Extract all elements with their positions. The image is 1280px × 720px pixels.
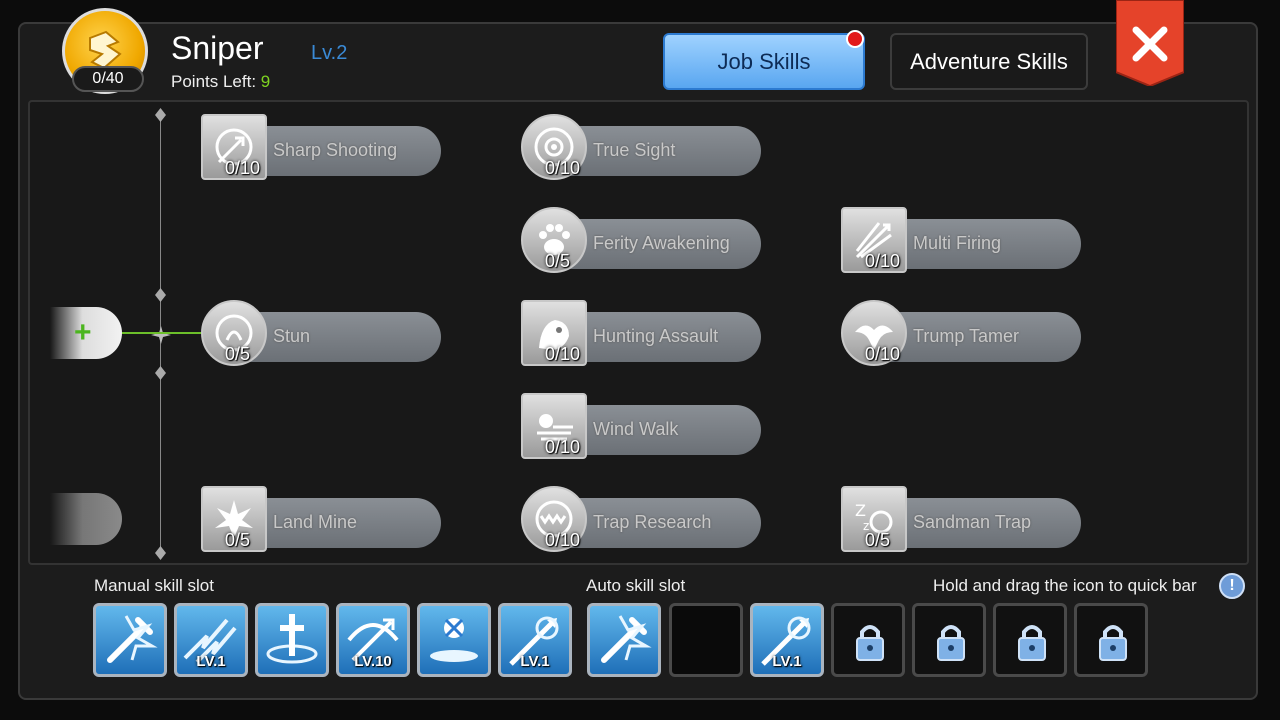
drag-hint: Hold and drag the icon to quick bar (933, 576, 1197, 595)
sword-strike-icon (601, 615, 652, 663)
skill-node-trump-tamer[interactable]: Trump Tamer 0/10 (841, 300, 1081, 366)
skill-level: 0/5 (225, 344, 251, 364)
skill-level: 0/10 (545, 158, 581, 178)
skill-slot[interactable]: LV.1 (498, 603, 572, 677)
skill-node-land-mine[interactable]: Land Mine 0/5 (201, 486, 441, 552)
skill-level: 0/10 (545, 437, 581, 457)
empty-slot[interactable] (669, 603, 743, 677)
rest-icon (430, 618, 478, 662)
skill-name: Sandman Trap (913, 511, 1032, 532)
points-left: Points Left: 9 (171, 72, 270, 92)
auto-slot-label: Auto skill slot (586, 576, 686, 595)
skill-node-sandman-trap[interactable]: Zz Sandman Trap 0/5 (841, 486, 1081, 552)
skill-level: 0/5 (225, 530, 251, 550)
skill-name: Multi Firing (913, 232, 1002, 253)
skill-slot[interactable] (255, 603, 329, 677)
sword-strike-icon (107, 615, 158, 663)
lock-icon (1018, 625, 1046, 661)
skill-slot[interactable]: LV.1 (174, 603, 248, 677)
skill-name: Trump Tamer (913, 325, 1020, 346)
holy-cross-icon (266, 614, 318, 664)
skill-node-wind-walk[interactable]: Wind Walk 0/10 (521, 393, 761, 459)
skill-slot[interactable] (587, 603, 661, 677)
slot-level: LV.10 (354, 653, 392, 670)
tree-link-line (120, 332, 204, 334)
skill-level: 0/10 (545, 344, 581, 364)
tab-job-skills[interactable]: Job Skills (663, 33, 865, 90)
locked-slot[interactable] (993, 603, 1067, 677)
skill-node-sharp-shooting[interactable]: Sharp Shooting 0/10 (201, 114, 441, 180)
prev-skill-node[interactable] (50, 493, 122, 545)
class-name: Sniper (171, 30, 264, 66)
points-left-label: Points Left: (171, 72, 261, 91)
skill-level: 0/10 (865, 251, 901, 271)
skill-name: Ferity Awakening (593, 232, 730, 253)
skill-name: True Sight (593, 139, 676, 160)
locked-slot[interactable] (912, 603, 986, 677)
skill-slot[interactable]: LV.1 (750, 603, 824, 677)
connector-star-icon (151, 326, 171, 344)
manual-slot-label: Manual skill slot (94, 576, 214, 595)
skill-slot[interactable] (417, 603, 491, 677)
svg-text:Z: Z (855, 501, 866, 520)
skill-node-multi-firing[interactable]: Multi Firing 0/10 (841, 207, 1081, 273)
skill-level: 0/10 (865, 344, 901, 364)
locked-slot[interactable] (831, 603, 905, 677)
skill-slot[interactable]: LV.10 (336, 603, 410, 677)
emblem-points: 0/40 (72, 66, 144, 92)
close-button[interactable] (1115, 0, 1185, 88)
skill-level: 0/5 (865, 530, 891, 550)
skill-node-hunting-assault[interactable]: Hunting Assault 0/10 (521, 300, 761, 366)
class-level: Lv.2 (311, 42, 348, 64)
close-icon (1115, 0, 1185, 88)
skill-name: Stun (273, 325, 311, 346)
skill-node-stun[interactable]: Stun 0/5 (201, 300, 441, 366)
lock-icon (1099, 625, 1127, 661)
slot-level: LV.1 (520, 653, 550, 670)
info-icon[interactable]: ! (1219, 573, 1245, 599)
skill-node-true-sight[interactable]: True Sight 0/10 (521, 114, 761, 180)
skill-node-ferity-awakening[interactable]: Ferity Awakening 0/5 (521, 207, 761, 273)
connector-diamond-icon (155, 366, 166, 380)
locked-slot[interactable] (1074, 603, 1148, 677)
plus-icon[interactable]: + (74, 318, 92, 348)
skill-level: 0/10 (225, 158, 261, 178)
connector-diamond-icon (155, 546, 166, 560)
skill-slot[interactable] (93, 603, 167, 677)
tab-adventure-skills[interactable]: Adventure Skills (890, 33, 1088, 90)
connector-diamond-icon (155, 108, 166, 122)
skill-name: Trap Research (593, 511, 712, 532)
skill-name: Wind Walk (593, 418, 679, 439)
skill-name: Land Mine (273, 511, 358, 532)
notification-dot (846, 30, 864, 48)
lock-icon (937, 625, 965, 661)
skill-name: Sharp Shooting (273, 139, 398, 160)
connector-diamond-icon (155, 288, 166, 302)
lock-icon (856, 625, 884, 661)
skill-name: Hunting Assault (593, 325, 719, 346)
skill-level: 0/5 (545, 251, 571, 271)
slot-level: LV.1 (772, 653, 802, 670)
skill-level: 0/10 (545, 530, 581, 550)
slot-level: LV.1 (196, 653, 226, 670)
points-left-value: 9 (260, 72, 271, 91)
skill-node-trap-research[interactable]: Trap Research 0/10 (521, 486, 761, 552)
